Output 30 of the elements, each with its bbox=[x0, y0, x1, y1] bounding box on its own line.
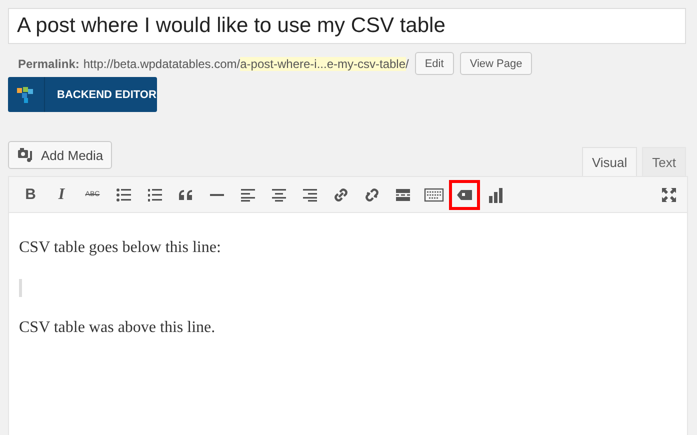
fullscreen-icon[interactable] bbox=[661, 186, 677, 202]
paragraph: CSV table goes below this line: bbox=[19, 239, 222, 257]
permalink-label: Permalink: bbox=[18, 56, 80, 70]
align-right-icon bbox=[302, 188, 316, 202]
editor-tab[interactable]: Text bbox=[642, 147, 686, 176]
italic-tool[interactable]: I bbox=[46, 180, 77, 210]
permalink-button[interactable]: View Page bbox=[460, 52, 532, 75]
link-icon bbox=[332, 186, 348, 202]
backend-editor-button[interactable]: BACKEND EDITOR bbox=[8, 77, 157, 112]
bar-chart-icon bbox=[488, 186, 504, 202]
tag-icon bbox=[456, 188, 472, 200]
cubes-icon bbox=[16, 86, 34, 104]
quote-icon bbox=[178, 188, 194, 200]
add-media-button[interactable]: Add Media bbox=[8, 141, 112, 169]
keyboard-icon bbox=[424, 188, 444, 202]
title-field[interactable]: A post where I would like to use my CSV table bbox=[8, 8, 686, 44]
align-center-icon bbox=[272, 188, 286, 202]
page-break-icon bbox=[394, 188, 410, 200]
tag-tool[interactable] bbox=[449, 180, 480, 210]
bulleted-list-icon bbox=[116, 188, 132, 202]
paragraph: CSV table was above this line. bbox=[19, 319, 216, 337]
media-icon bbox=[17, 147, 35, 163]
numbered-list-icon bbox=[146, 188, 162, 202]
bold-tool[interactable]: B bbox=[15, 180, 46, 210]
broken-link-icon bbox=[364, 186, 380, 202]
permalink-button[interactable]: Edit bbox=[414, 52, 454, 75]
align-left-icon bbox=[240, 188, 254, 202]
text-cursor bbox=[19, 279, 22, 297]
horizontal-line-icon bbox=[208, 192, 224, 196]
editor-tab[interactable]: Visual bbox=[582, 147, 638, 176]
